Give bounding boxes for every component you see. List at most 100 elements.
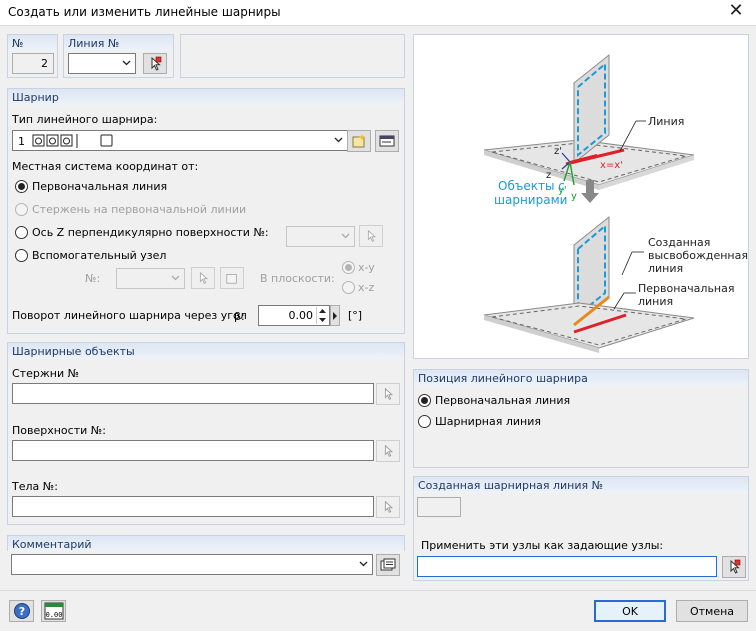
rotation-spinner[interactable]: [316, 307, 328, 324]
plane-option-xz: x-z: [342, 281, 374, 294]
edit-dialog-icon: [379, 135, 395, 147]
axis-x-label: x=x': [600, 160, 623, 171]
surfaces-label: Поверхности №:: [12, 424, 106, 437]
new-node-icon: [226, 274, 237, 284]
pick-cursor-icon: [367, 229, 377, 242]
chevron-right-icon: [333, 311, 337, 320]
created-line-group: Созданная шарнирная линия № Применить эт…: [413, 476, 749, 581]
rotation-menu-button[interactable]: [330, 305, 340, 326]
created-label-3: линия: [648, 262, 683, 275]
radio-z-axis-surface[interactable]: [15, 226, 28, 239]
original-label-1: Первоначальная: [638, 282, 734, 295]
node-select: [116, 268, 185, 289]
hinge-dof-icons: [32, 134, 78, 148]
pick-line-button[interactable]: [143, 53, 167, 74]
original-label-2: линия: [638, 295, 673, 308]
hinge-illustration: Линия z' z x=x' y' y Объекты с шарнирами…: [483, 53, 748, 353]
pick-cursor-icon: [384, 387, 394, 400]
pick-solids-button[interactable]: [376, 496, 400, 518]
pick-cursor-icon: [199, 271, 209, 284]
help-icon: ?: [13, 603, 30, 619]
pick-cursor-icon: [384, 444, 394, 457]
title-bar: Создать или изменить линейные шарниры ✕: [0, 0, 756, 26]
new-hinge-type-button[interactable]: [347, 130, 371, 152]
line-select[interactable]: [68, 53, 136, 74]
option-z-axis-surface[interactable]: Ось Z перпендикулярно поверхности №:: [15, 226, 269, 239]
option-original-line[interactable]: Первоначальная линия: [15, 180, 167, 193]
comment-select[interactable]: [11, 554, 373, 575]
hinge-diagram: Линия z' z x=x' y' y Объекты с шарнирами…: [413, 34, 749, 359]
comment-library-button[interactable]: [376, 554, 400, 576]
pick-node-button: [191, 267, 215, 289]
pick-cursor-icon: [730, 559, 741, 574]
radio-original-line[interactable]: [15, 180, 28, 193]
hinged-objects-group: Шарнирные объекты Стержни № Поверхности …: [7, 342, 405, 525]
line-group: Линия №: [63, 34, 174, 78]
rotation-dof-icon: [100, 134, 113, 147]
chevron-down-icon: [359, 561, 368, 567]
radio-plane-xy: [342, 261, 355, 274]
rotation-angle-value: 0.00: [288, 309, 314, 322]
number-field: 2: [12, 53, 54, 74]
apply-nodes-label: Применить эти узлы как задающие узлы:: [421, 539, 664, 552]
solids-input[interactable]: [12, 496, 374, 517]
cancel-button[interactable]: Отмена: [676, 600, 748, 622]
members-input[interactable]: [12, 383, 374, 404]
spinner-arrows-icon: [319, 309, 326, 322]
window-title: Создать или изменить линейные шарниры: [8, 5, 281, 19]
edit-hinge-type-button[interactable]: [375, 130, 399, 152]
rotation-label: Поворот линейного шарнира через угол: [12, 309, 247, 322]
pick-surfaces-button[interactable]: [376, 440, 400, 462]
rotation-angle-input[interactable]: 0.00: [258, 305, 330, 326]
hinge-type-select[interactable]: 1: [12, 130, 348, 151]
option-helper-node[interactable]: Вспомогательный узел: [15, 249, 166, 262]
comment-list-icon: [380, 558, 396, 571]
created-line-number: [417, 497, 461, 517]
radio-helper-node[interactable]: [15, 249, 28, 262]
position-original[interactable]: Первоначальная линия: [418, 394, 570, 407]
pick-nodes-button[interactable]: [722, 556, 746, 578]
number-group: № 2: [7, 34, 58, 78]
position-header: Позиция линейного шарнира: [414, 370, 748, 386]
axis-z-prime-label: z': [554, 146, 562, 157]
option-member-on-line-label: Стержень на первоначальной линии: [32, 203, 247, 216]
hinged-objects-header: Шарнирные объекты: [8, 343, 404, 359]
help-button[interactable]: ?: [9, 600, 34, 622]
hinge-group-header: Шарнир: [8, 89, 404, 105]
empty-panel: [180, 34, 405, 78]
radio-plane-xz: [342, 281, 355, 294]
surfaces-input[interactable]: [12, 440, 374, 461]
plane-xy-label: x-y: [358, 261, 375, 274]
comment-header: Комментарий: [7, 535, 405, 551]
radio-position-hinge-line[interactable]: [418, 415, 431, 428]
option-helper-node-label: Вспомогательный узел: [32, 249, 167, 262]
radio-member-on-line: [15, 203, 28, 216]
created-line-header: Созданная шарнирная линия №: [414, 477, 748, 493]
units-button[interactable]: 0.00: [41, 600, 66, 622]
created-leader: [621, 251, 633, 276]
position-hinge-line[interactable]: Шарнирная линия: [418, 415, 541, 428]
pick-cursor-icon: [384, 500, 394, 513]
chevron-down-icon: [171, 275, 180, 281]
surface-select: [286, 226, 355, 247]
radio-position-original[interactable]: [418, 394, 431, 407]
option-member-on-line: Стержень на первоначальной линии: [15, 203, 246, 216]
coord-system-label: Местная система координат от:: [12, 160, 199, 173]
created-label-2: высвобожденная: [648, 249, 748, 262]
option-z-axis-surface-label: Ось Z перпендикулярно поверхности №:: [32, 226, 269, 239]
pick-members-button[interactable]: [376, 383, 400, 405]
chevron-down-icon: [122, 60, 131, 66]
ok-button[interactable]: OK: [594, 600, 666, 622]
original-leader: [613, 292, 625, 310]
position-group: Позиция линейного шарнира Первоначальная…: [413, 369, 749, 468]
plane-xz-label: x-z: [358, 281, 375, 294]
node-number-label: №:: [85, 272, 101, 285]
created-label-1: Созданная: [648, 236, 710, 249]
chevron-down-icon: [334, 137, 343, 143]
svg-text:?: ?: [18, 605, 24, 618]
apply-nodes-input[interactable]: [417, 556, 717, 577]
close-icon[interactable]: ✕: [724, 1, 748, 23]
position-original-label: Первоначальная линия: [435, 394, 571, 407]
objects-label-2: шарнирами: [494, 193, 567, 207]
members-label: Стержни №: [12, 367, 80, 380]
